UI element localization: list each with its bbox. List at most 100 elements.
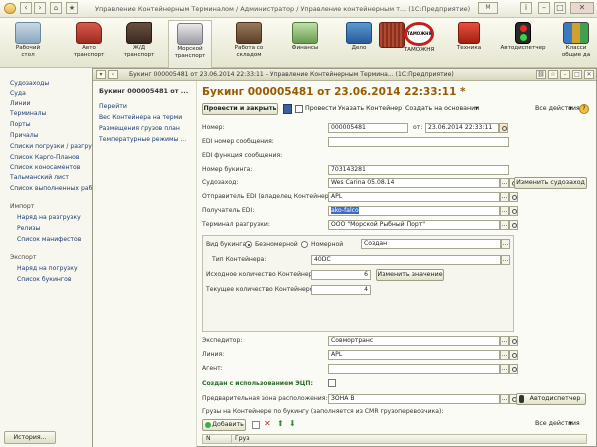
- m-button[interactable]: M: [478, 2, 498, 14]
- move-down-icon[interactable]: ⬇: [289, 419, 296, 428]
- ecp-checkbox[interactable]: [328, 379, 336, 387]
- help-icon[interactable]: ?: [579, 104, 589, 114]
- doc-close-button[interactable]: ✕: [584, 70, 594, 79]
- all-actions-chevron-icon[interactable]: ▾: [569, 105, 572, 112]
- app-logo-icon[interactable]: [4, 3, 16, 14]
- booking-number-field[interactable]: 703143281: [328, 165, 509, 175]
- forwarder-select-button[interactable]: …: [500, 336, 509, 346]
- left-nav-item[interactable]: Список манифестов: [17, 236, 81, 243]
- initial-count-field[interactable]: 6: [311, 270, 371, 280]
- receiver-select-button[interactable]: …: [500, 206, 509, 216]
- copy-icon[interactable]: [252, 421, 260, 429]
- toolbar-item-sea[interactable]: Морской транспорт: [168, 20, 212, 68]
- all-actions-grid-chevron-icon[interactable]: ▾: [569, 420, 572, 427]
- status-select-button[interactable]: …: [501, 239, 510, 249]
- move-up-icon[interactable]: ⬆: [277, 419, 284, 428]
- line-select-button[interactable]: …: [500, 350, 509, 360]
- dispatcher-button[interactable]: Автодиспетчер: [516, 393, 586, 405]
- terminal-field[interactable]: ООО "Морской Рыбный Порт": [328, 220, 500, 230]
- minimize-button[interactable]: –: [538, 2, 550, 14]
- container-type-select-button[interactable]: …: [501, 255, 510, 265]
- history-button[interactable]: История...: [4, 431, 56, 444]
- left-nav-item[interactable]: Список коносаментов: [10, 164, 80, 171]
- receiver-field[interactable]: ako-falco: [328, 206, 500, 216]
- left-nav-item[interactable]: Судозаходы: [10, 80, 49, 87]
- grid-col-cargo[interactable]: Груз: [231, 434, 587, 444]
- maximize-button[interactable]: □: [554, 2, 566, 14]
- grid-col-n[interactable]: N: [202, 434, 232, 444]
- radio-nonnumbered[interactable]: [245, 241, 252, 248]
- delete-icon[interactable]: ✕: [264, 419, 271, 428]
- zone-select-button[interactable]: …: [500, 394, 509, 404]
- voyage-field[interactable]: Wes Carina 05.08.14: [328, 178, 500, 188]
- zone-field[interactable]: ЗОНА B: [328, 394, 500, 404]
- doc-minimize-button[interactable]: –: [560, 70, 570, 79]
- home-icon[interactable]: ⌂: [50, 2, 62, 14]
- doc-link-icon[interactable]: ⛓: [536, 70, 546, 79]
- toolbar-item-warehouse[interactable]: Работа со складом: [227, 22, 271, 66]
- toolbar-item-rail[interactable]: Ж/Д транспорт: [117, 22, 161, 66]
- create-based-chevron-icon[interactable]: ▾: [475, 105, 478, 112]
- doc-menu-icon[interactable]: ▾: [96, 70, 106, 79]
- left-nav-item[interactable]: Терминалы: [10, 110, 46, 117]
- left-nav-item[interactable]: Наряд на разгрузку: [17, 214, 81, 221]
- star-icon[interactable]: ★: [66, 2, 78, 14]
- all-actions-grid-menu[interactable]: Все действия: [535, 420, 580, 427]
- line-field[interactable]: APL: [328, 350, 500, 360]
- left-nav-item[interactable]: Наряд на погрузку: [17, 265, 78, 272]
- container-type-field[interactable]: 40DC: [311, 255, 501, 265]
- change-voyage-button[interactable]: Изменить судозаход: [514, 177, 587, 189]
- radio-numbered[interactable]: [301, 241, 308, 248]
- doc-back-icon[interactable]: ‹: [108, 70, 118, 79]
- status-field[interactable]: Создан: [361, 239, 501, 249]
- agent-field[interactable]: [328, 364, 500, 374]
- doc-maximize-button[interactable]: □: [572, 70, 582, 79]
- forward-icon[interactable]: ›: [34, 2, 46, 14]
- left-nav-item[interactable]: Линии: [10, 100, 30, 107]
- info-icon[interactable]: i: [520, 2, 532, 14]
- left-nav-item[interactable]: Суда: [10, 90, 26, 97]
- left-nav-item[interactable]: Список выполненных рабо: [10, 185, 96, 192]
- left-nav-item[interactable]: Порты: [10, 121, 31, 128]
- date-field[interactable]: 23.06.2014 22:33:11: [425, 123, 499, 133]
- toolbar-item-equipment[interactable]: Техника: [447, 22, 491, 66]
- specify-container-button[interactable]: Указать Контейнер: [338, 105, 402, 112]
- nav-link[interactable]: Размещения грузов план: [99, 125, 180, 132]
- all-actions-menu[interactable]: Все действия: [535, 105, 580, 112]
- change-value-button[interactable]: Изменить значение: [376, 269, 444, 281]
- toolbar-item-auto[interactable]: Авто транспорт: [67, 22, 111, 66]
- agent-search-icon[interactable]: [509, 364, 518, 374]
- voyage-select-button[interactable]: …: [500, 178, 509, 188]
- left-nav-item[interactable]: Список Карго-Планов: [10, 154, 79, 161]
- left-nav-item[interactable]: Списки погрузки / разгрузк: [10, 143, 99, 150]
- line-search-icon[interactable]: [509, 350, 518, 360]
- close-button[interactable]: ✕: [570, 2, 594, 14]
- toolbar-item-dispatcher[interactable]: Автодиспетчер: [497, 22, 549, 66]
- toolbar-item-classifiers[interactable]: Класси общие да: [555, 22, 597, 66]
- post-and-close-button[interactable]: Провести и закрыть: [202, 103, 278, 115]
- left-nav-item[interactable]: Тальманский лист: [10, 174, 69, 181]
- save-icon[interactable]: [283, 104, 292, 114]
- sender-select-button[interactable]: …: [500, 192, 509, 202]
- create-based-on-menu[interactable]: Создать на основании: [405, 105, 479, 112]
- calendar-icon[interactable]: [499, 123, 508, 133]
- edi-number-field[interactable]: [328, 137, 509, 147]
- back-icon[interactable]: ‹: [20, 2, 32, 14]
- number-field[interactable]: 000005481: [328, 123, 408, 133]
- toolbar-item-desktop[interactable]: Рабочий стол: [6, 22, 50, 66]
- sender-search-icon[interactable]: [509, 192, 518, 202]
- left-nav-item[interactable]: Причалы: [10, 132, 38, 139]
- toolbar-item-finance[interactable]: Финансы: [283, 22, 327, 66]
- toolbar-item-case[interactable]: Дело: [337, 22, 381, 66]
- nav-link[interactable]: Температурные режимы ...: [99, 136, 186, 143]
- toolbar-item-customs[interactable]: ТАМОЖНЯ ТАМОЖНЯ: [397, 22, 441, 66]
- receiver-search-icon[interactable]: [509, 206, 518, 216]
- sender-field[interactable]: APL: [328, 192, 500, 202]
- post-button[interactable]: Провести: [305, 105, 336, 112]
- forwarder-search-icon[interactable]: [509, 336, 518, 346]
- doc-star-icon[interactable]: ☆: [548, 70, 558, 79]
- terminal-select-button[interactable]: …: [500, 220, 509, 230]
- forwarder-field[interactable]: Совмортранс: [328, 336, 500, 346]
- left-nav-item[interactable]: Список букингов: [17, 276, 71, 283]
- terminal-search-icon[interactable]: [509, 220, 518, 230]
